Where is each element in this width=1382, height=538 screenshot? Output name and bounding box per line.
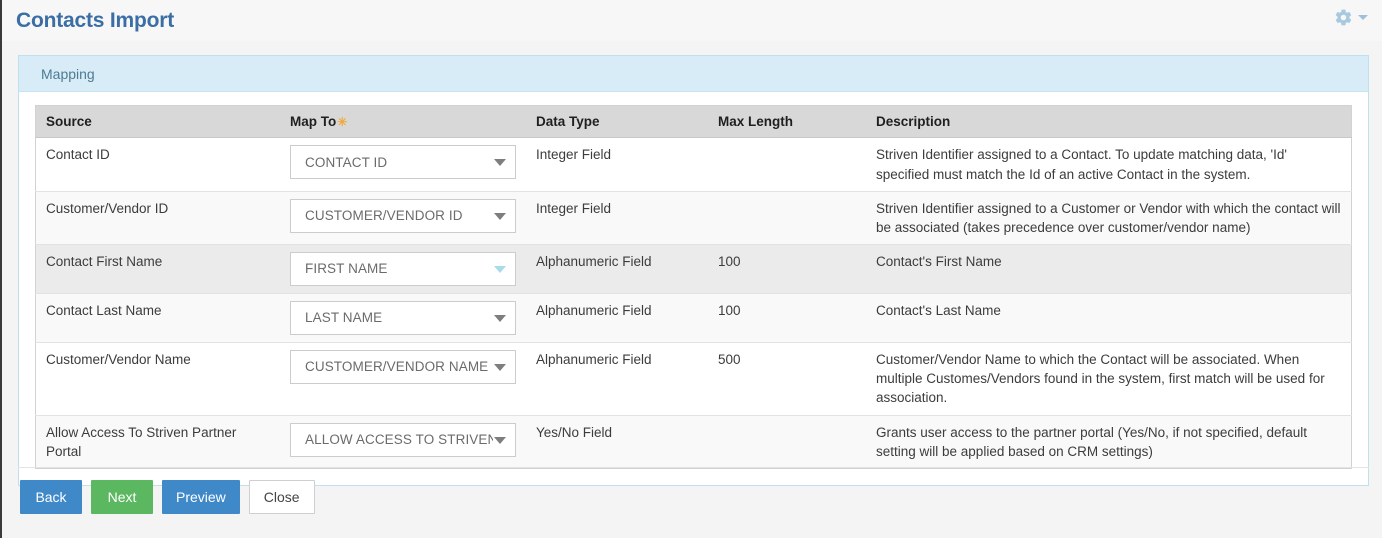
map-to-dropdown-value: ALLOW ACCESS TO STRIVEN PARTNER PORTAL bbox=[305, 431, 493, 447]
table-row: Customer/Vendor Name CUSTOMER/VENDOR NAME… bbox=[35, 342, 1352, 416]
cell-map-to: CUSTOMER/VENDOR ID bbox=[280, 190, 526, 245]
cell-description: Grants user access to the partner portal… bbox=[866, 414, 1352, 469]
map-to-dropdown-value: CONTACT ID bbox=[305, 154, 388, 170]
chevron-down-icon[interactable] bbox=[494, 266, 506, 274]
map-to-dropdown[interactable]: ALLOW ACCESS TO STRIVEN PARTNER PORTAL bbox=[290, 422, 516, 457]
cell-description: Contact's Last Name bbox=[866, 293, 1352, 343]
cell-source: Allow Access To Striven Partner Portal bbox=[35, 414, 280, 469]
cell-max-length bbox=[708, 190, 866, 245]
panel-header: Mapping bbox=[19, 56, 1368, 92]
section-label: Mapping bbox=[41, 65, 95, 82]
next-button[interactable]: Next bbox=[91, 480, 153, 514]
cell-map-to: CUSTOMER/VENDOR NAME bbox=[280, 342, 526, 416]
table-header-row: Source Map To✳ Data Type Max Length Desc… bbox=[35, 105, 1352, 139]
table-row: Contact ID CONTACT ID Integer Field Striven… bbox=[35, 137, 1352, 192]
cell-source: Contact Last Name bbox=[35, 293, 280, 343]
map-to-dropdown-value: FIRST NAME bbox=[305, 261, 388, 277]
cell-map-to: CONTACT ID bbox=[280, 137, 526, 192]
cell-source: Customer/Vendor Name bbox=[35, 342, 280, 416]
cell-description: Customer/Vendor Name to which the Contac… bbox=[866, 342, 1352, 416]
map-to-dropdown[interactable]: FIRST NAME bbox=[290, 252, 516, 287]
required-asterisk-icon: ✳ bbox=[337, 115, 348, 130]
cell-data-type: Alphanumeric Field bbox=[526, 342, 708, 416]
cell-max-length: 100 bbox=[708, 244, 866, 294]
chevron-down-icon[interactable] bbox=[494, 212, 506, 220]
cell-map-to: LAST NAME bbox=[280, 293, 526, 343]
cell-description: Contact's First Name bbox=[866, 244, 1352, 294]
table-header: Source Map To✳ Data Type Max Length Desc… bbox=[35, 105, 1352, 139]
close-button[interactable]: Close bbox=[248, 480, 315, 514]
column-header-max-length: Max Length bbox=[708, 105, 866, 139]
column-header-map-to: Map To✳ bbox=[280, 105, 526, 139]
title-bar: Contacts Import bbox=[2, 0, 1382, 41]
footer-divider bbox=[18, 467, 1369, 468]
cell-description: Striven Identifier assigned to a Contact… bbox=[866, 137, 1352, 192]
map-to-dropdown[interactable]: CUSTOMER/VENDOR NAME bbox=[290, 350, 516, 385]
gear-icon[interactable] bbox=[1334, 8, 1353, 27]
table-row: Customer/Vendor ID CUSTOMER/VENDOR ID Inte… bbox=[35, 190, 1352, 245]
map-to-dropdown-value: CUSTOMER/VENDOR NAME bbox=[305, 359, 489, 375]
cell-map-to: ALLOW ACCESS TO STRIVEN PARTNER PORTAL bbox=[280, 414, 526, 469]
table-row: Contact Last Name LAST NAME Alphanumeric F… bbox=[35, 293, 1352, 343]
cell-data-type: Yes/No Field bbox=[526, 414, 708, 469]
cell-map-to: FIRST NAME bbox=[280, 244, 526, 294]
table-row: Contact First Name FIRST NAME Alphanumeric… bbox=[35, 244, 1352, 294]
cell-description: Striven Identifier assigned to a Custome… bbox=[866, 190, 1352, 245]
map-to-dropdown[interactable]: LAST NAME bbox=[290, 301, 516, 336]
cell-data-type: Alphanumeric Field bbox=[526, 293, 708, 343]
page-title: Contacts Import bbox=[16, 8, 175, 32]
cell-data-type: Integer Field bbox=[526, 137, 708, 192]
map-to-dropdown-value: LAST NAME bbox=[305, 310, 383, 326]
settings-menu-button[interactable] bbox=[1334, 8, 1368, 27]
map-to-dropdown[interactable]: CUSTOMER/VENDOR ID bbox=[290, 198, 516, 233]
panel-body: Source Map To✳ Data Type Max Length Desc… bbox=[19, 92, 1368, 485]
mapping-panel: Mapping Source Map To✳ Data Type Max Len… bbox=[18, 55, 1369, 486]
chevron-down-icon[interactable] bbox=[494, 436, 506, 444]
cell-source: Customer/Vendor ID bbox=[35, 190, 280, 245]
column-header-description: Description bbox=[866, 105, 1352, 139]
cell-data-type: Alphanumeric Field bbox=[526, 244, 708, 294]
cell-max-length bbox=[708, 414, 866, 469]
cell-max-length: 500 bbox=[708, 342, 866, 416]
import-wizard-page: Contacts Import Mapping Source Map To✳ D… bbox=[0, 0, 1382, 538]
preview-button[interactable]: Preview bbox=[162, 480, 240, 514]
cell-source: Contact First Name bbox=[35, 244, 280, 294]
cell-max-length bbox=[708, 137, 866, 192]
cell-source: Contact ID bbox=[35, 137, 280, 192]
map-to-dropdown-value: CUSTOMER/VENDOR ID bbox=[305, 208, 463, 224]
column-header-data-type: Data Type bbox=[526, 105, 708, 139]
map-to-dropdown[interactable]: CONTACT ID bbox=[290, 145, 516, 180]
table-body: Contact ID CONTACT ID Integer Field Striven… bbox=[35, 137, 1352, 469]
chevron-down-icon[interactable] bbox=[494, 159, 506, 167]
chevron-down-icon[interactable] bbox=[494, 315, 506, 323]
mapping-table: Source Map To✳ Data Type Max Length Desc… bbox=[35, 105, 1352, 469]
column-header-map-to-label: Map To bbox=[290, 114, 337, 129]
column-header-source: Source bbox=[35, 105, 280, 139]
back-button[interactable]: Back bbox=[20, 480, 82, 514]
action-button-row: Back Next Preview Close bbox=[20, 480, 315, 514]
cell-max-length: 100 bbox=[708, 293, 866, 343]
table-row: Allow Access To Striven Partner Portal AL… bbox=[35, 414, 1352, 469]
chevron-down-icon[interactable] bbox=[494, 364, 506, 372]
chevron-down-icon[interactable] bbox=[1358, 15, 1368, 20]
cell-data-type: Integer Field bbox=[526, 190, 708, 245]
